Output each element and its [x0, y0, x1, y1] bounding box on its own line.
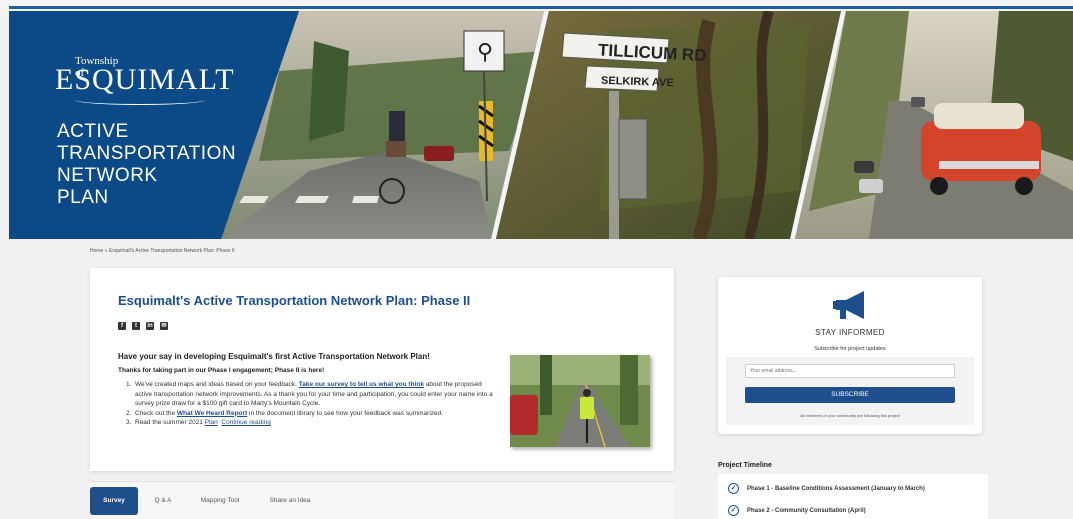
linkedin-icon[interactable]: in — [146, 322, 154, 330]
social-share-bar: f t in ✉ — [118, 322, 168, 330]
list-number: 3. — [126, 419, 132, 426]
list-number: 2. — [126, 409, 132, 417]
list-item: 1. We've created maps and ideas based on… — [126, 380, 498, 409]
intro-list: 1. We've created maps and ideas based on… — [126, 380, 498, 428]
timeline-item-label: Phase 1 - Baseline Conditions Assessment… — [747, 485, 925, 492]
email-icon[interactable]: ✉ — [160, 322, 168, 330]
program-title: ACTIVE TRANSPORTATION NETWORK PLAN — [57, 121, 236, 209]
program-title-line-3: NETWORK — [57, 165, 158, 186]
svg-text:⚲: ⚲ — [477, 40, 493, 65]
list-text: We've created maps and ideas based on yo… — [135, 381, 299, 388]
logo-swoosh — [75, 95, 205, 105]
breadcrumb[interactable]: Home » Esquimalt's Active Transportation… — [90, 248, 235, 254]
intro-heading: Have your say in developing Esquimalt's … — [118, 352, 430, 361]
facebook-icon[interactable]: f — [118, 322, 126, 330]
timeline-item[interactable]: ✓ Phase 1 - Baseline Conditions Assessme… — [728, 483, 925, 494]
check-circle-icon: ✓ — [728, 505, 739, 516]
top-accent-bar — [0, 0, 1073, 9]
stay-informed-widget: STAY INFORMED Subscribe for project upda… — [718, 277, 982, 434]
hero-banner: ⚲ TILLICUM RD SELKIRK AVE Township of ES… — [9, 11, 1073, 239]
tab-survey[interactable]: Survey — [90, 487, 138, 515]
list-number: 1. — [126, 381, 132, 388]
cyclist-photo — [510, 355, 650, 447]
list-text: in the document library to see how your … — [247, 409, 444, 417]
twitter-icon[interactable]: t — [132, 322, 140, 330]
timeline-item[interactable]: ✓ Phase 2 - Community Consultation (Apri… — [728, 505, 866, 516]
project-timeline: ✓ Phase 1 - Baseline Conditions Assessme… — [718, 474, 988, 519]
list-item: 2. Check out the What We Heard Report in… — [126, 409, 498, 419]
megaphone-icon — [832, 289, 868, 326]
stay-informed-heading: STAY INFORMED — [815, 328, 885, 337]
page-title: Esquimalt's Active Transportation Networ… — [118, 293, 471, 308]
tab-q-and-a[interactable]: Q & A — [148, 487, 178, 515]
what-we-heard-link[interactable]: What We Heard Report — [177, 410, 247, 417]
project-description-card: Esquimalt's Active Transportation Networ… — [90, 268, 674, 471]
continue-reading-link[interactable]: Continue reading — [221, 419, 271, 426]
tab-mapping-tool[interactable]: Mapping Tool — [192, 487, 248, 515]
check-circle-icon: ✓ — [728, 483, 739, 494]
plan-link[interactable]: Plan — [205, 419, 218, 426]
signup-form: SUBSCRIBE 48 members of your community a… — [726, 357, 974, 425]
subscribe-note: Subscribe for project updates — [814, 346, 886, 352]
program-title-line-2: TRANSPORTATION — [57, 143, 237, 164]
program-title-line-4: PLAN — [57, 187, 109, 208]
program-title-line-1: ACTIVE — [57, 121, 129, 142]
intro-thanks: Thanks for taking part in our Phase I en… — [118, 367, 325, 374]
engagement-tabs: Survey Q & A Mapping Tool Share an Idea — [90, 481, 674, 519]
email-field[interactable] — [745, 364, 955, 378]
list-text: Check out the — [135, 409, 177, 417]
survey-link[interactable]: Take our survey to tell us what you thin… — [299, 381, 424, 388]
street-sign-selkirk: SELKIRK AVE — [601, 75, 674, 90]
timeline-item-label: Phase 2 - Community Consultation (April) — [747, 507, 866, 514]
followers-count: 48 members of your community are followi… — [799, 413, 901, 418]
tab-share-an-idea[interactable]: Share an Idea — [262, 487, 318, 515]
logo-wordmark: ESQUIMALT — [55, 63, 235, 96]
timeline-heading: Project Timeline — [718, 462, 772, 469]
subscribe-button[interactable]: SUBSCRIBE — [745, 387, 955, 403]
list-item: 3. Read the summer 2021 Plan Continue re… — [126, 418, 498, 428]
list-text: Read the summer 2021 — [135, 419, 205, 426]
